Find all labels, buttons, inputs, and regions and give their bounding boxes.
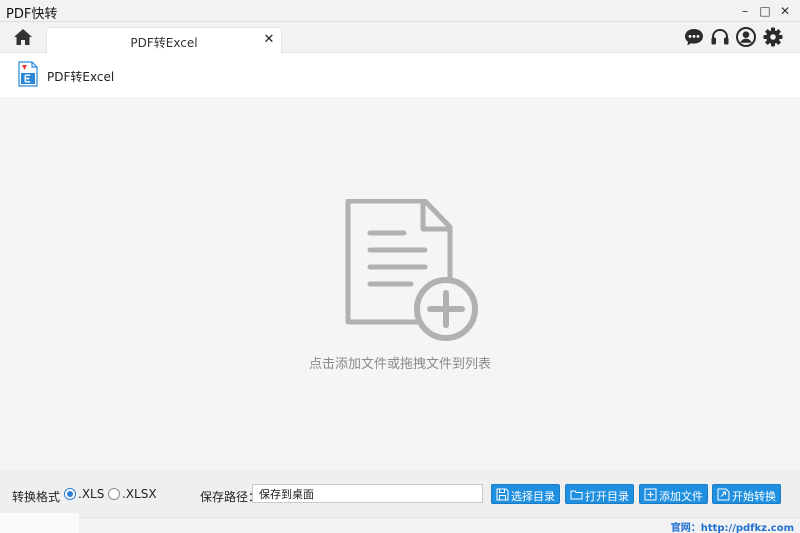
pdf-excel-icon — [17, 61, 39, 87]
footer-strip — [0, 513, 79, 533]
tab-label: PDF转Excel — [130, 36, 198, 50]
tab-close-button[interactable]: ✕ — [262, 32, 276, 48]
drop-hint: 点击添加文件或拖拽文件到列表 — [308, 357, 491, 372]
page-header: PDF转Excel — [0, 53, 800, 97]
save-icon — [496, 488, 509, 501]
format-radio-xls[interactable]: .XLS — [64, 487, 104, 503]
file-drop-zone[interactable]: 点击添加文件或拖拽文件到列表 — [0, 97, 800, 470]
folder-icon — [570, 488, 583, 501]
button-label: 开始转换 — [732, 490, 776, 503]
home-icon[interactable] — [12, 27, 34, 47]
minimize-button[interactable]: – — [736, 2, 754, 20]
status-bar: 官网：http://pdfkz.com — [0, 513, 800, 533]
plus-icon — [644, 488, 657, 501]
website-link[interactable]: 官网：http://pdfkz.com — [671, 519, 794, 533]
add-file-button[interactable]: 添加文件 — [639, 484, 708, 504]
button-label: 添加文件 — [659, 490, 703, 503]
add-file-icon — [343, 198, 483, 341]
tab-bar: PDF转Excel ✕ — [0, 22, 800, 53]
save-path-input[interactable] — [252, 484, 483, 503]
convert-icon — [717, 488, 730, 501]
close-button[interactable]: ✕ — [776, 2, 794, 20]
title-bar: PDF快转 – □ ✕ — [0, 0, 800, 22]
chat-icon[interactable] — [683, 26, 705, 48]
app-title: PDF快转 — [6, 7, 58, 22]
gear-icon[interactable] — [762, 26, 784, 48]
open-dir-button[interactable]: 打开目录 — [565, 484, 634, 504]
user-icon[interactable] — [735, 26, 757, 48]
radio-label: .XLS — [78, 487, 105, 501]
format-label: 转换格式 — [12, 490, 61, 504]
maximize-button[interactable]: □ — [756, 2, 774, 20]
tab-pdf-to-excel[interactable]: PDF转Excel ✕ — [46, 27, 282, 53]
radio-dot — [64, 488, 76, 500]
radio-dot — [108, 488, 120, 500]
options-bar: 转换格式 .XLS .XLSX 保存路径： 选择目录 打开目录 — [0, 470, 800, 517]
page-title: PDF转Excel — [47, 70, 115, 84]
radio-label: .XLSX — [122, 487, 157, 501]
format-radio-xlsx[interactable]: .XLSX — [108, 487, 157, 503]
button-label: 打开目录 — [585, 490, 629, 503]
save-path-label: 保存路径： — [200, 490, 261, 504]
choose-dir-button[interactable]: 选择目录 — [491, 484, 560, 504]
headset-icon[interactable] — [709, 26, 731, 48]
start-convert-button[interactable]: 开始转换 — [712, 484, 781, 504]
button-label: 选择目录 — [511, 490, 555, 503]
